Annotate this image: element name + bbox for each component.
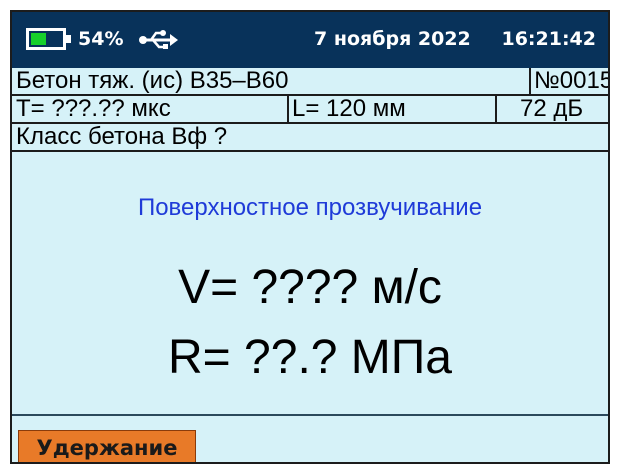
time-value: T= ???.?? мкс [16,95,171,122]
battery-percent: 54% [78,28,124,50]
hold-button[interactable]: Удержание [18,430,196,462]
concrete-class: Класс бетона Вф ? [16,123,228,150]
divider [287,96,289,122]
measurement-mode: Поверхностное прозвучивание [137,194,483,221]
record-number: №0015 [534,67,610,94]
parameters-row: T= ???.?? мкс L= 120 мм 72 дБ [12,96,608,124]
material-row: Бетон тяж. (ис) В35–В60 №0015 [12,68,608,96]
status-bar: 54% 7 ноября 2022 16:21:42 [12,12,608,68]
time-display: 16:21:42 [501,28,596,50]
battery-level [31,33,46,45]
gain-value: 72 дБ [520,95,584,122]
material-label: Бетон тяж. (ис) В35–В60 [16,67,289,94]
base-length: L= 120 мм [292,95,406,122]
divider [529,68,531,94]
device-screen: 54% 7 ноября 2022 16:21:42 Бетон тяж. (и… [10,10,610,464]
footer-divider [12,414,608,416]
usb-icon [139,30,178,49]
battery-icon [26,28,71,50]
date-display: 7 ноября 2022 [314,28,471,50]
battery-terminal [66,35,71,43]
divider [495,96,497,122]
velocity-readout: V= ???? м/с [178,261,442,314]
strength-readout: R= ??.? МПа [168,331,452,384]
class-row: Класс бетона Вф ? [12,124,608,152]
